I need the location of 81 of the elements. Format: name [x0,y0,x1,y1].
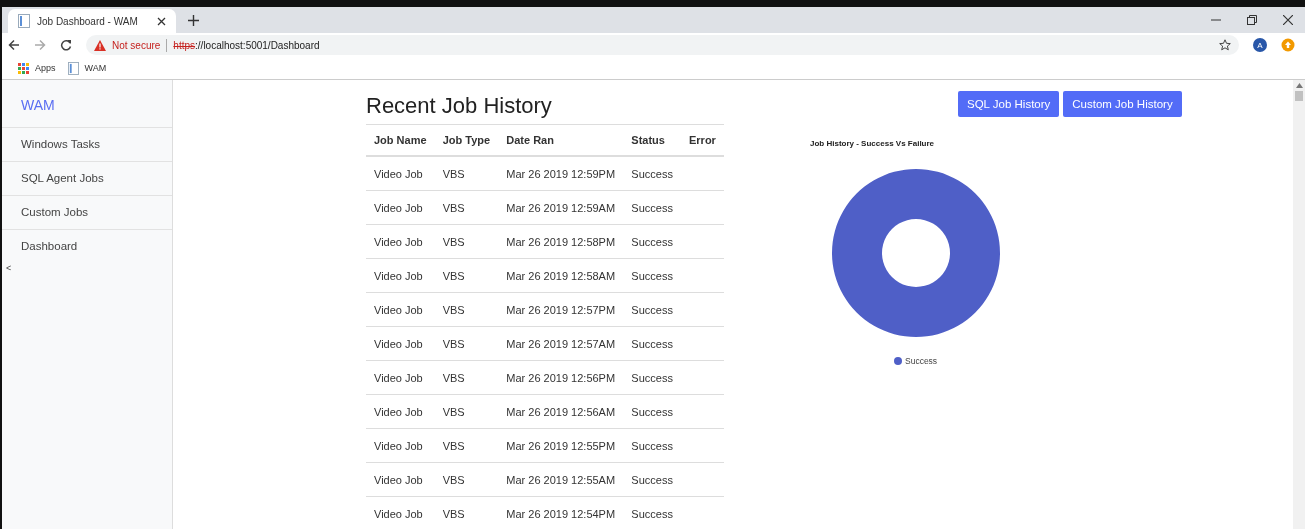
table-cell: Mar 26 2019 12:54PM [506,507,616,520]
nav-item[interactable]: Windows Tasks [2,128,172,162]
table-cell: Mar 26 2019 12:56PM [506,371,616,384]
table-cell: Success [631,303,673,316]
bookmark[interactable]: WAM [67,61,107,75]
table-cell: Video Job [374,167,423,180]
table-cell: Success [631,473,673,486]
table-cell: Video Job [374,371,423,384]
table-cell: VBS [442,473,465,486]
profile-avatar[interactable]: A [1253,38,1267,52]
table-cell: Success [631,507,673,520]
table-cell: VBS [442,235,465,248]
new-tab-icon[interactable] [188,15,199,26]
url-text: https://localhost:5001/Dashboard [173,39,320,51]
table-cell: Success [631,167,673,180]
table-cell: Mar 26 2019 12:55PM [506,439,616,452]
nav-item[interactable]: Dashboard [2,230,172,263]
star-icon[interactable] [1219,39,1231,51]
table-cell: Mar 26 2019 12:58PM [506,235,616,248]
table-cell: Success [631,201,673,214]
scroll-thumb[interactable] [1295,91,1303,101]
table-cell: Mar 26 2019 12:58AM [506,269,616,282]
table-cell: Mar 26 2019 12:57PM [506,303,616,316]
table-cell: Success [631,371,673,384]
table-cell: Success [631,235,673,248]
table-cell: Success [631,405,673,418]
table-cell: Mar 26 2019 12:57AM [506,337,616,350]
browser-tab[interactable]: Job Dashboard - WAM [8,9,176,33]
warning-icon [94,39,106,51]
table-cell: Mar 26 2019 12:59PM [506,167,616,180]
history-button[interactable]: SQL Job History [958,91,1060,117]
table-cell: VBS [442,269,465,282]
table-cell: Video Job [374,439,423,452]
column-header: Job Name [366,124,435,156]
nav-item[interactable]: SQL Agent Jobs [2,162,172,196]
bookmark[interactable]: Apps [18,62,56,74]
table-cell: VBS [442,337,465,350]
table-cell: VBS [442,201,465,214]
table-cell: Video Job [374,303,423,316]
table-cell: Success [631,337,673,350]
scroll-up-icon[interactable] [1295,83,1303,88]
restore-icon[interactable] [1247,15,1257,25]
collapse-toggle[interactable]: < [2,263,172,273]
table-cell: Video Job [374,269,423,282]
table-cell: Success [631,269,673,282]
table-cell: Mar 26 2019 12:59AM [506,201,616,214]
table-cell: VBS [442,371,465,384]
table-cell: VBS [442,439,465,452]
page-icon [67,61,79,75]
history-button[interactable]: Custom Job History [1063,91,1182,117]
close-icon[interactable] [1283,15,1293,25]
scrollbar[interactable] [1293,80,1305,529]
chart-title: Job History - Success Vs Failure [810,139,936,148]
close-icon[interactable] [157,16,166,26]
table-cell: Video Job [374,405,423,418]
reload-icon[interactable] [60,39,72,51]
table-cell: VBS [442,167,465,180]
page-heading: Recent Job History [366,93,553,119]
address-field[interactable]: Not secure https://localhost:5001/Dashboard [86,35,1239,55]
table-cell: Mar 26 2019 12:55AM [506,473,616,486]
column-header: Job Type [434,124,499,156]
nav-item[interactable]: Custom Jobs [2,196,172,230]
page-icon [18,14,30,28]
table-cell: VBS [442,405,465,418]
table-cell: Video Job [374,507,423,520]
table-cell: Success [631,439,673,452]
security-label: Not secure [112,39,161,51]
column-header: Date Ran [498,124,624,156]
back-icon[interactable] [8,39,20,51]
table-cell: Video Job [374,337,423,350]
table-cell: Video Job [374,201,423,214]
table-cell: Video Job [374,473,423,486]
table-cell: Mar 26 2019 12:56AM [506,405,616,418]
table-cell: VBS [442,303,465,316]
column-header: Status [623,124,681,156]
apps-grid-icon [18,62,29,74]
brand-link[interactable]: WAM [2,80,172,128]
column-header: Error [681,124,724,156]
table-cell: Video Job [374,235,423,248]
table-cell: VBS [442,507,465,520]
legend-label: Success [905,356,938,366]
